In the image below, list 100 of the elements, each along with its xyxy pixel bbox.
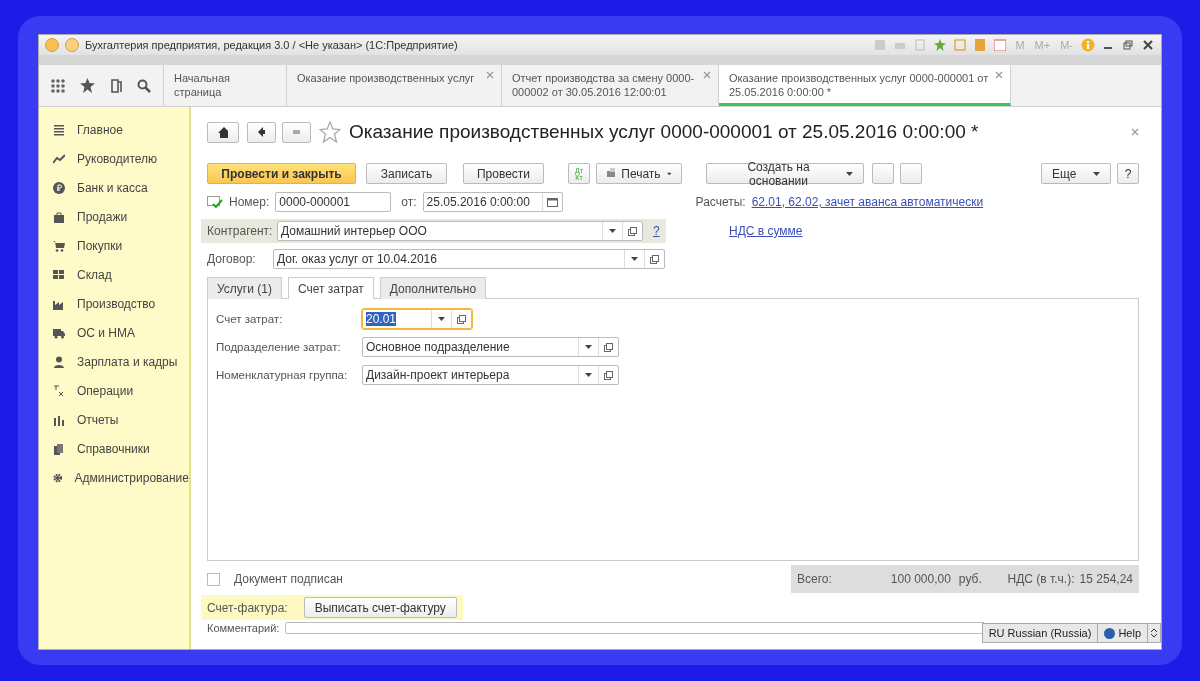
open-window-icon [628, 226, 637, 236]
favorite-star-icon[interactable] [319, 121, 341, 143]
open-window-icon [457, 314, 466, 324]
sidebar-item[interactable]: Продажи [39, 202, 189, 231]
menu-icon [53, 123, 65, 136]
truck-icon [53, 326, 65, 339]
total-amount: 100 000,00 [889, 572, 951, 586]
caret-icon [438, 317, 445, 321]
grid-icon [53, 268, 65, 281]
number-field[interactable]: 0000-000001 [275, 192, 392, 212]
checkbox-label: Документ подписан [234, 572, 343, 586]
sidebar-item[interactable]: Руководителю [39, 144, 189, 173]
print-button[interactable]: Печать [596, 163, 682, 184]
options-icon[interactable] [1151, 628, 1157, 638]
vat-label: НДС (в т.ч.): [1007, 572, 1076, 586]
caret-icon [585, 373, 592, 377]
settlements-label: Расчеты: [695, 195, 746, 209]
debit-credit-icon [53, 384, 65, 397]
app-logo-icon [45, 38, 59, 52]
history-icon[interactable] [110, 78, 123, 93]
printer-icon [607, 168, 616, 179]
form-tab[interactable]: Дополнительно [379, 277, 487, 299]
nav-tab[interactable]: Начальная страница [164, 65, 287, 106]
apps-grid-icon[interactable] [50, 78, 65, 93]
sidebar-item[interactable]: Покупки [39, 231, 189, 260]
combo-field[interactable]: Основное подразделение [362, 337, 619, 357]
caret-icon [846, 171, 853, 176]
caret-icon [609, 229, 616, 233]
comment-label: Комментарий: [207, 622, 280, 634]
date-field[interactable]: 25.05.2016 0:00:00 [422, 192, 563, 212]
counterparty-label: Контрагент: [207, 224, 271, 238]
sidebar-item[interactable]: Зарплата и кадры [39, 347, 189, 376]
combo-field[interactable]: Дизайн-проект интерьера [362, 365, 619, 385]
field-label: Подразделение затрат: [216, 341, 342, 353]
home-button[interactable] [207, 121, 239, 143]
bar-chart-icon [53, 413, 65, 426]
sidebar-item[interactable]: Склад [39, 260, 189, 289]
help-button[interactable]: Help [1098, 624, 1148, 642]
open-window-icon [604, 342, 613, 352]
settlements-link[interactable]: 62.01, 62.02, зачет аванса автоматически [751, 195, 984, 209]
ruble-coin-icon [53, 181, 65, 194]
contract-field[interactable]: Дог. оказ услуг от 10.04.2016 [273, 249, 665, 269]
checkbox[interactable] [207, 572, 220, 586]
field-label: Счет затрат: [216, 313, 284, 325]
vat-link[interactable]: НДС в сумме [729, 224, 803, 238]
star-icon[interactable] [933, 38, 948, 52]
sidebar-item[interactable]: Операции [39, 376, 189, 405]
books-icon [53, 442, 65, 455]
caret-icon [666, 171, 671, 176]
search-icon[interactable] [137, 78, 152, 93]
sidebar-item[interactable]: Отчеты [39, 405, 189, 434]
right-arrow-icon [293, 127, 300, 137]
sidebar-item[interactable]: ОС и НМА [39, 318, 189, 347]
combo-field[interactable]: 20.01 [362, 309, 472, 329]
save-button[interactable]: Записать [366, 163, 447, 184]
nav-tab[interactable]: Оказание производственных услуг 0000-000001 от 25.05.2016 0:00:00 * [719, 65, 1011, 106]
home-icon [218, 126, 228, 138]
posted-status-icon [207, 196, 223, 208]
help-icon [1104, 627, 1116, 639]
sidebar-item[interactable]: Производство [39, 289, 189, 318]
left-arrow-icon [258, 127, 265, 137]
gear-icon [53, 471, 63, 484]
date-label: от: [401, 195, 417, 209]
form-tab[interactable]: Услуги (1) [207, 277, 282, 299]
sidebar-item[interactable]: Банк и касса [39, 173, 189, 202]
help-link[interactable]: ? [653, 224, 660, 238]
calendar-icon [546, 197, 558, 207]
sidebar-item[interactable]: Администрирование [39, 463, 189, 492]
post-and-close-button[interactable]: Провести и закрыть [207, 163, 356, 184]
more-button[interactable]: Еще [1041, 163, 1111, 184]
language-button[interactable]: RU Russian (Russia) [982, 624, 1099, 642]
number-label: Номер: [229, 195, 270, 209]
trend-icon [53, 152, 65, 165]
window-title: Бухгалтерия предприятия, редакция 3.0 / <Не указан> (1С:Предприятие) [85, 39, 459, 51]
shopping-bag-icon [53, 210, 65, 223]
nav-tab[interactable]: Оказание производственных услуг [287, 65, 502, 106]
create-based-on-button[interactable]: Создать на основании [706, 163, 864, 184]
document-title: Оказание производственных услуг 0000-000001 от 25.05.2016 0:00:00 * [349, 121, 979, 143]
open-window-icon [650, 254, 659, 264]
counterparty-field[interactable]: Домашний интерьер ООО [277, 221, 643, 241]
caret-icon [631, 257, 638, 261]
currency-label: руб. [957, 572, 983, 586]
caret-icon [1093, 171, 1100, 176]
form-tab[interactable]: Счет затрат [287, 277, 374, 299]
close-icon[interactable] [1141, 38, 1155, 52]
issue-invoice-button[interactable]: Выписать счет-фактуру [303, 597, 457, 618]
back-button[interactable] [247, 121, 276, 143]
star-icon[interactable] [79, 78, 95, 93]
cart-icon [53, 239, 65, 252]
vat-amount: 15 254,24 [1079, 572, 1133, 586]
sidebar-item[interactable]: Главное [39, 115, 189, 144]
comment-field[interactable] [285, 622, 986, 634]
field-label: Номенклатурная группа: [216, 369, 349, 381]
caret-icon [585, 345, 592, 349]
person-icon [53, 355, 65, 368]
help-button[interactable]: ? [1117, 163, 1139, 184]
contract-label: Договор: [207, 252, 257, 266]
sidebar-item[interactable]: Справочники [39, 434, 189, 463]
restore-icon[interactable] [1121, 38, 1135, 52]
post-button[interactable]: Провести [463, 163, 544, 184]
